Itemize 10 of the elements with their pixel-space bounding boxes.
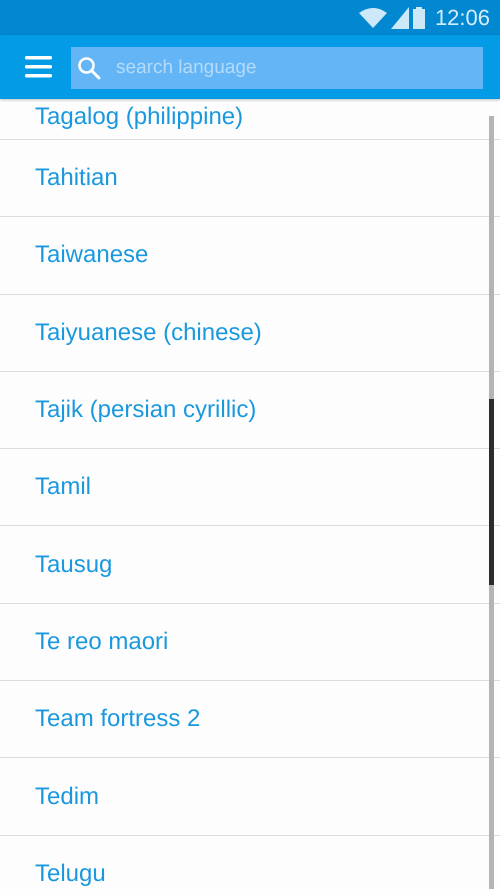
wifi-icon: [358, 6, 387, 28]
menu-button[interactable]: [25, 55, 52, 79]
language-item[interactable]: Telugu: [0, 836, 500, 889]
scrollbar-thumb[interactable]: [489, 399, 494, 585]
battery-icon: [412, 6, 425, 28]
language-item[interactable]: Taiyuanese (chinese): [0, 294, 500, 372]
signal-icon: [390, 6, 409, 28]
search-field[interactable]: search language: [71, 46, 483, 88]
clock-time: 12:06: [434, 4, 490, 30]
search-icon: [77, 56, 101, 80]
